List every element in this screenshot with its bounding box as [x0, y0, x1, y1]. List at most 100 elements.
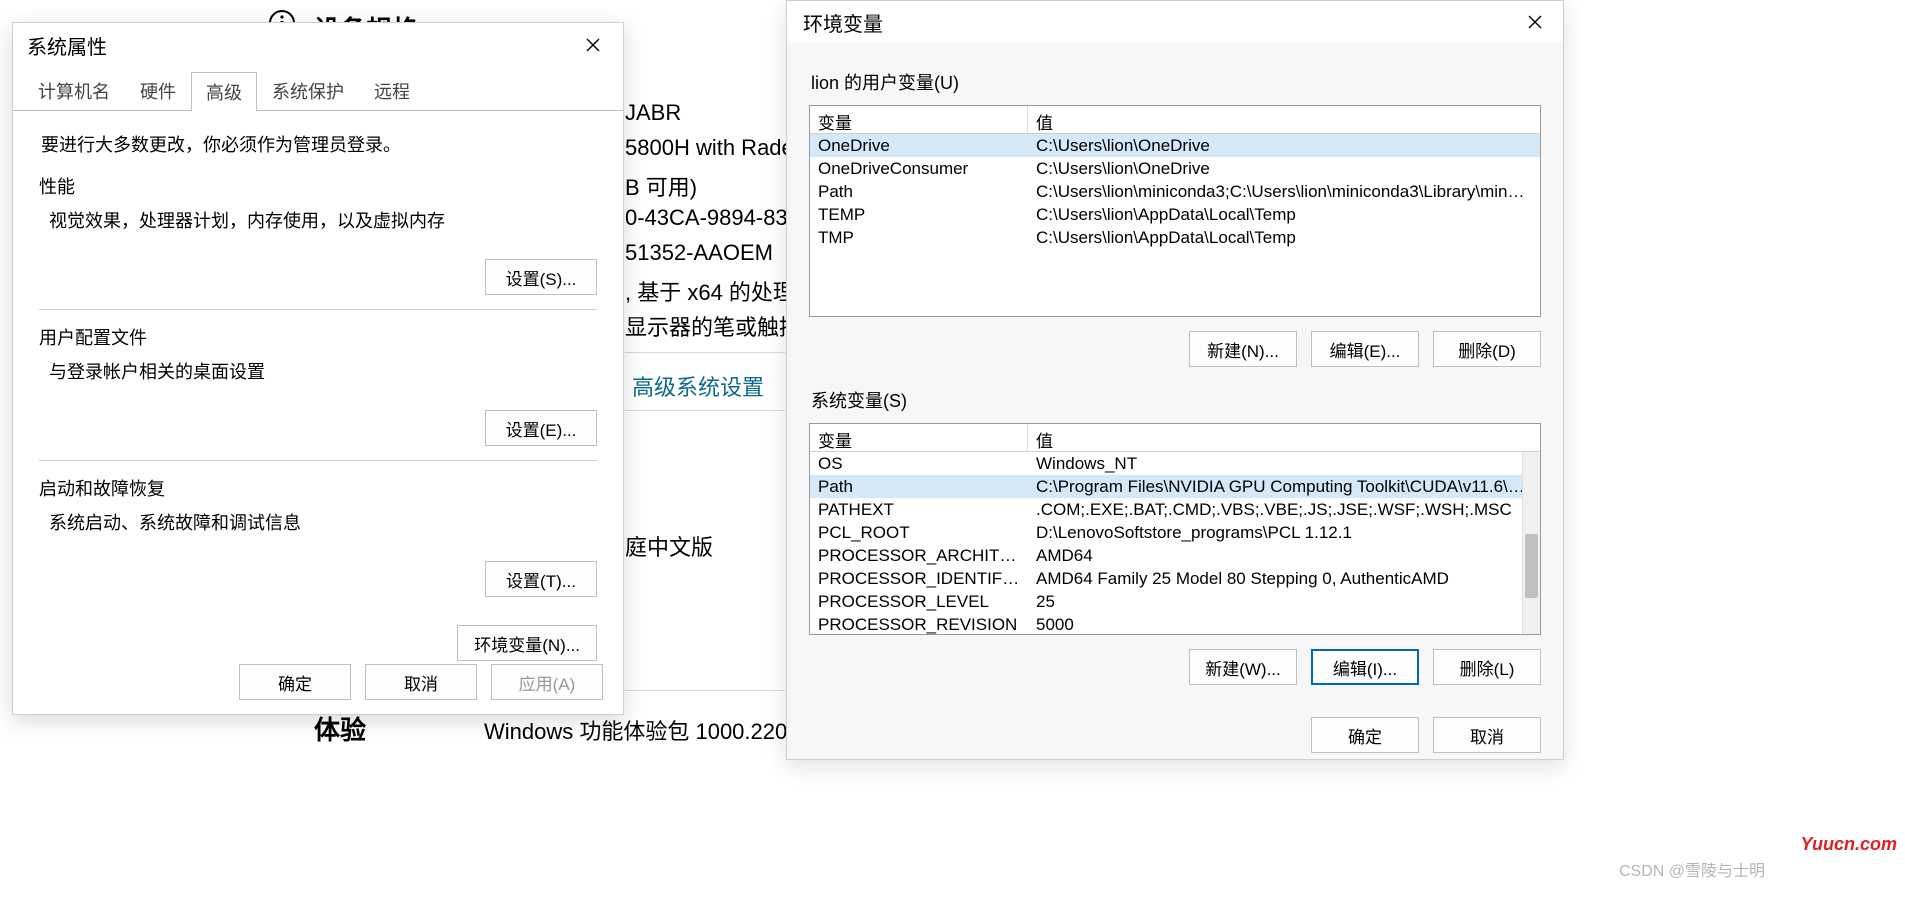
cell-val: C:\Program Files\NVIDIA GPU Computing To…	[1028, 477, 1540, 497]
cell-val: 25	[1028, 592, 1540, 612]
performance-settings-button[interactable]: 设置(S)...	[485, 259, 597, 295]
close-button[interactable]	[571, 28, 615, 62]
col-variable[interactable]: 变量	[810, 106, 1028, 133]
bg-divider	[625, 410, 785, 411]
ok-button[interactable]: 确定	[1311, 717, 1419, 753]
tab-system-protection[interactable]: 系统保护	[257, 71, 359, 110]
table-row[interactable]: PROCESSOR_IDENTIFIERAMD64 Family 25 Mode…	[810, 567, 1540, 590]
table-row[interactable]: PCL_ROOTD:\LenovoSoftstore_programs\PCL …	[810, 521, 1540, 544]
cancel-button[interactable]: 取消	[1433, 717, 1541, 753]
table-row[interactable]: TEMPC:\Users\lion\AppData\Local\Temp	[810, 203, 1540, 226]
divider	[39, 309, 597, 310]
user-variables-list[interactable]: 变量 值 OneDriveC:\Users\lion\OneDriveOneDr…	[809, 105, 1541, 317]
user-variables-label: lion 的用户变量(U)	[811, 69, 1541, 95]
startup-recovery-desc: 系统启动、系统故障和调试信息	[49, 509, 597, 535]
scrollbar-thumb[interactable]	[1525, 534, 1538, 598]
system-delete-button[interactable]: 删除(L)	[1433, 649, 1541, 685]
bg-frag: 0-43CA-9894-83	[625, 205, 788, 231]
scrollbar[interactable]	[1522, 452, 1540, 634]
system-new-button[interactable]: 新建(W)...	[1189, 649, 1297, 685]
user-profile-settings-button[interactable]: 设置(E)...	[485, 410, 597, 446]
close-icon	[586, 38, 600, 52]
table-row[interactable]: PathC:\Users\lion\miniconda3;C:\Users\li…	[810, 180, 1540, 203]
user-profile-title: 用户配置文件	[39, 324, 597, 350]
table-row[interactable]: TMPC:\Users\lion\AppData\Local\Temp	[810, 226, 1540, 249]
cell-var: Path	[810, 477, 1028, 497]
user-new-button[interactable]: 新建(N)...	[1189, 331, 1297, 367]
user-profile-desc: 与登录帐户相关的桌面设置	[49, 358, 597, 384]
cell-var: PROCESSOR_LEVEL	[810, 592, 1028, 612]
titlebar: 系统属性	[13, 23, 623, 67]
bg-frag: 显示器的笔或触控	[625, 310, 801, 342]
system-variables-list[interactable]: 变量 值 OSWindows_NTPathC:\Program Files\NV…	[809, 423, 1541, 635]
tab-computer-name[interactable]: 计算机名	[23, 71, 125, 110]
cell-val: C:\Users\lion\AppData\Local\Temp	[1028, 205, 1540, 225]
table-row[interactable]: PATHEXT.COM;.EXE;.BAT;.CMD;.VBS;.VBE;.JS…	[810, 498, 1540, 521]
bg-frag: B 可用)	[625, 170, 697, 202]
bg-frag: 庭中文版	[625, 530, 713, 562]
col-value[interactable]: 值	[1028, 106, 1540, 133]
admin-intro-text: 要进行大多数更改，你必须作为管理员登录。	[41, 131, 597, 157]
cell-val: C:\Users\lion\OneDrive	[1028, 136, 1540, 156]
cell-val: AMD64 Family 25 Model 80 Stepping 0, Aut…	[1028, 569, 1540, 589]
system-properties-dialog: 系统属性 计算机名 硬件 高级 系统保护 远程 要进行大多数更改，你必须作为管理…	[12, 22, 624, 715]
close-button[interactable]	[1513, 5, 1557, 39]
dialog-title: 系统属性	[27, 31, 107, 60]
cell-val: C:\Users\lion\miniconda3;C:\Users\lion\m…	[1028, 182, 1540, 202]
table-row[interactable]: OneDriveC:\Users\lion\OneDrive	[810, 134, 1540, 157]
bg-divider	[625, 690, 785, 691]
cell-var: PROCESSOR_REVISION	[810, 615, 1028, 635]
performance-title: 性能	[39, 173, 597, 199]
col-value[interactable]: 值	[1028, 424, 1540, 451]
advanced-system-settings-link[interactable]: 高级系统设置	[632, 370, 764, 402]
table-row[interactable]: PROCESSOR_REVISION5000	[810, 613, 1540, 636]
user-delete-button[interactable]: 删除(D)	[1433, 331, 1541, 367]
tab-strip: 计算机名 硬件 高级 系统保护 远程	[13, 71, 623, 111]
cell-val: AMD64	[1028, 546, 1540, 566]
environment-variables-dialog: 环境变量 lion 的用户变量(U) 变量 值 OneDriveC:\Users…	[786, 0, 1564, 760]
user-edit-button[interactable]: 编辑(E)...	[1311, 331, 1419, 367]
experience-value: Windows 功能体验包 1000.220	[484, 714, 787, 746]
system-variables-label: 系统变量(S)	[811, 387, 1541, 413]
tab-advanced[interactable]: 高级	[191, 72, 257, 111]
cell-var: Path	[810, 182, 1028, 202]
cell-var: PCL_ROOT	[810, 523, 1028, 543]
csdn-watermark: CSDN @雪陵与士明	[1619, 857, 1765, 881]
yuucn-watermark: Yuucn.com	[1801, 834, 1897, 855]
table-row[interactable]: PROCESSOR_LEVEL25	[810, 590, 1540, 613]
bg-frag: 5800H with Rade	[625, 135, 794, 161]
table-row[interactable]: OneDriveConsumerC:\Users\lion\OneDrive	[810, 157, 1540, 180]
environment-variables-button[interactable]: 环境变量(N)...	[457, 625, 597, 661]
list-header: 变量 值	[810, 424, 1540, 452]
cell-var: PATHEXT	[810, 500, 1028, 520]
col-variable[interactable]: 变量	[810, 424, 1028, 451]
cancel-button[interactable]: 取消	[365, 664, 477, 700]
cell-val: Windows_NT	[1028, 454, 1540, 474]
cell-val: .COM;.EXE;.BAT;.CMD;.VBS;.VBE;.JS;.JSE;.…	[1028, 500, 1540, 520]
bg-frag: 51352-AAOEM	[625, 240, 773, 266]
close-icon	[1528, 15, 1542, 29]
performance-desc: 视觉效果，处理器计划，内存使用，以及虚拟内存	[49, 207, 597, 233]
cell-var: PROCESSOR_IDENTIFIER	[810, 569, 1028, 589]
system-edit-button[interactable]: 编辑(I)...	[1311, 649, 1419, 685]
bg-divider	[625, 352, 785, 353]
list-header: 变量 值	[810, 106, 1540, 134]
table-row[interactable]: PROCESSOR_ARCHITECTUREAMD64	[810, 544, 1540, 567]
apply-button[interactable]: 应用(A)	[491, 664, 603, 700]
tab-remote[interactable]: 远程	[359, 71, 425, 110]
cell-var: TMP	[810, 228, 1028, 248]
cell-var: OS	[810, 454, 1028, 474]
bg-frag: JABR	[625, 100, 681, 126]
ok-button[interactable]: 确定	[239, 664, 351, 700]
startup-recovery-settings-button[interactable]: 设置(T)...	[485, 561, 597, 597]
cell-var: TEMP	[810, 205, 1028, 225]
experience-heading: 体验	[314, 710, 366, 747]
table-row[interactable]: PathC:\Program Files\NVIDIA GPU Computin…	[810, 475, 1540, 498]
tab-hardware[interactable]: 硬件	[125, 71, 191, 110]
table-row[interactable]: OSWindows_NT	[810, 452, 1540, 475]
cell-val: D:\LenovoSoftstore_programs\PCL 1.12.1	[1028, 523, 1540, 543]
cell-val: 5000	[1028, 615, 1540, 635]
cell-var: PROCESSOR_ARCHITECTURE	[810, 546, 1028, 566]
cell-var: OneDriveConsumer	[810, 159, 1028, 179]
cell-val: C:\Users\lion\AppData\Local\Temp	[1028, 228, 1540, 248]
